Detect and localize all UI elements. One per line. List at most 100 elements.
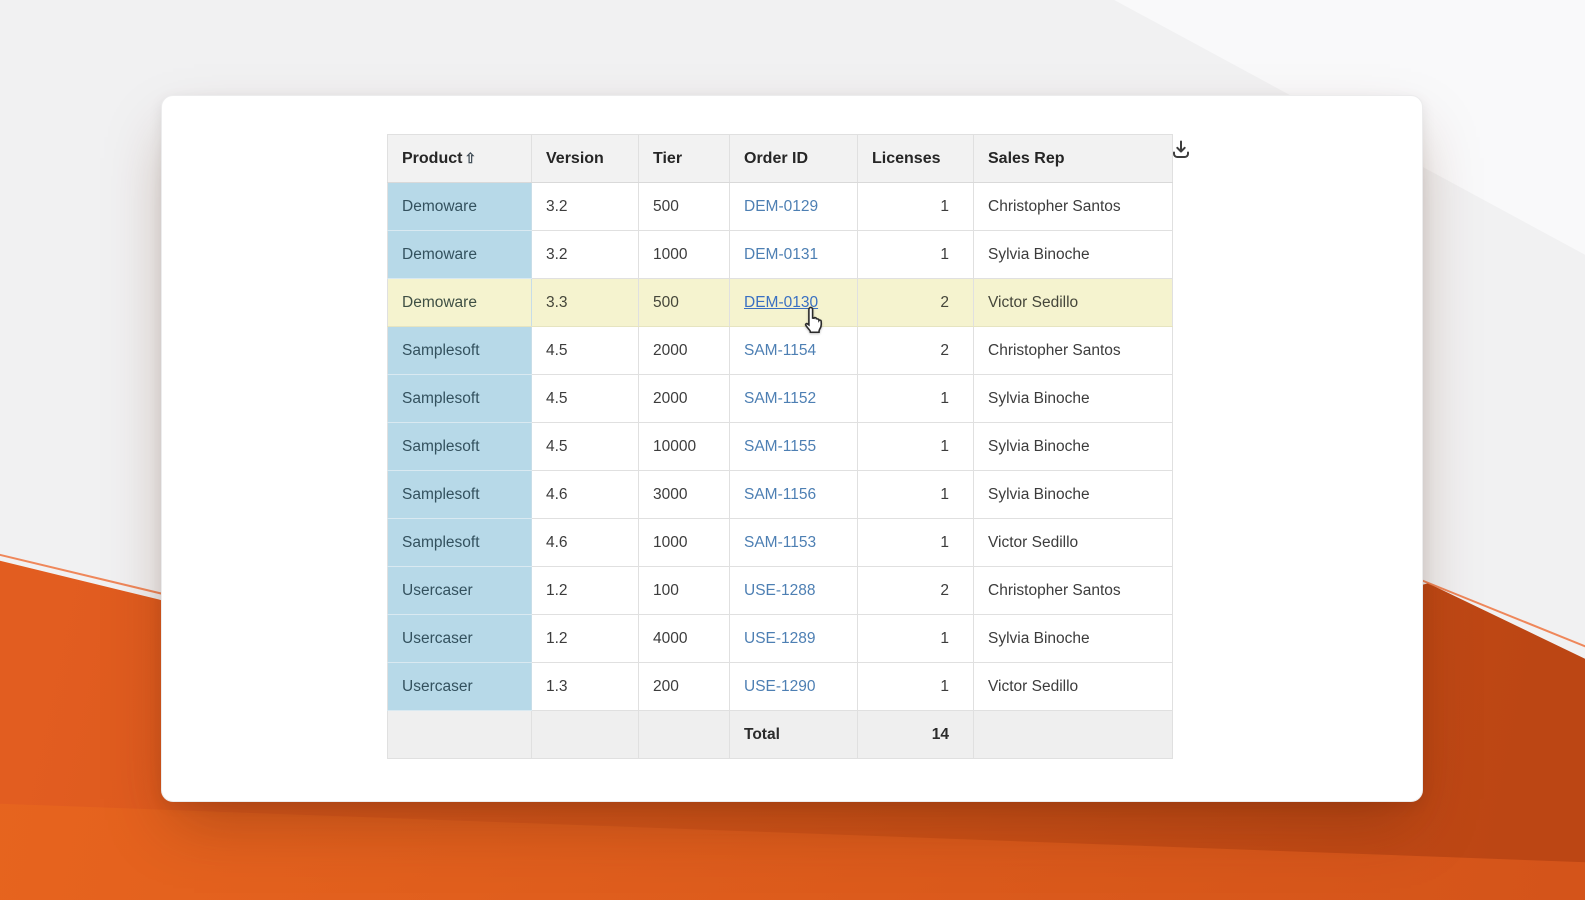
column-header-order-id[interactable]: Order ID	[730, 135, 858, 183]
product-cell: Samplesoft	[388, 519, 532, 567]
download-icon	[1169, 138, 1193, 162]
product-cell: Samplesoft	[388, 471, 532, 519]
licenses-cell: 1	[858, 615, 974, 663]
order-id-cell: SAM-1154	[730, 327, 858, 375]
column-header-licenses[interactable]: Licenses	[858, 135, 974, 183]
order-id-cell: DEM-0129	[730, 183, 858, 231]
sales-rep-cell: Sylvia Binoche	[974, 615, 1173, 663]
sales-rep-cell: Christopher Santos	[974, 183, 1173, 231]
order-id-link[interactable]: USE-1289	[744, 630, 816, 647]
sort-ascending-icon: ⇧	[464, 150, 476, 166]
table-row: Demoware3.3500 DEM-0130 2Victor Sedillo	[388, 279, 1173, 327]
table-header-row: Product⇧ Version Tier Order ID Licenses …	[388, 135, 1173, 183]
version-cell: 1.2	[532, 615, 639, 663]
tier-cell: 2000	[639, 375, 730, 423]
orders-table: Product⇧ Version Tier Order ID Licenses …	[387, 134, 1173, 759]
sales-rep-cell: Sylvia Binoche	[974, 231, 1173, 279]
order-id-cell: SAM-1155	[730, 423, 858, 471]
total-empty-rep	[974, 711, 1173, 759]
order-id-cell: USE-1290	[730, 663, 858, 711]
version-cell: 4.6	[532, 519, 639, 567]
tier-cell: 500	[639, 183, 730, 231]
table-total-row: Total 14	[388, 711, 1173, 759]
licenses-cell: 1	[858, 231, 974, 279]
table-row: Samplesoft4.52000 SAM-1152 1Sylvia Binoche	[388, 375, 1173, 423]
order-id-link[interactable]: SAM-1155	[744, 438, 816, 455]
column-header-sales-rep[interactable]: Sales Rep	[974, 135, 1173, 183]
order-id-link[interactable]: SAM-1153	[744, 534, 816, 551]
licenses-cell: 1	[858, 423, 974, 471]
product-cell: Usercaser	[388, 663, 532, 711]
version-cell: 1.3	[532, 663, 639, 711]
version-cell: 3.3	[532, 279, 639, 327]
sales-rep-cell: Sylvia Binoche	[974, 375, 1173, 423]
product-cell: Demoware	[388, 183, 532, 231]
table-body: Demoware3.2500DEM-01291Christopher Santo…	[388, 183, 1173, 711]
table-row: Demoware3.21000DEM-01311Sylvia Binoche	[388, 231, 1173, 279]
product-cell: Samplesoft	[388, 423, 532, 471]
order-id-cell: DEM-0130	[730, 279, 858, 327]
orders-table-container: Product⇧ Version Tier Order ID Licenses …	[387, 134, 1173, 759]
table-row: Usercaser1.2100 USE-1288 2Christopher Sant…	[388, 567, 1173, 615]
version-cell: 4.5	[532, 423, 639, 471]
licenses-cell: 1	[858, 519, 974, 567]
licenses-cell: 2	[858, 327, 974, 375]
order-id-cell: SAM-1152	[730, 375, 858, 423]
table-row: Samplesoft4.52000SAM-11542Christopher Sa…	[388, 327, 1173, 375]
order-id-link[interactable]: SAM-1154	[744, 342, 816, 359]
product-cell: Usercaser	[388, 567, 532, 615]
column-header-version[interactable]: Version	[532, 135, 639, 183]
product-cell: Demoware	[388, 279, 532, 327]
tier-cell: 500	[639, 279, 730, 327]
version-cell: 3.2	[532, 231, 639, 279]
tier-cell: 10000	[639, 423, 730, 471]
version-cell: 1.2	[532, 567, 639, 615]
table-row: Samplesoft4.61000SAM-11531Victor Sedillo	[388, 519, 1173, 567]
licenses-cell: 1	[858, 183, 974, 231]
product-cell: Samplesoft	[388, 375, 532, 423]
licenses-cell: 1	[858, 663, 974, 711]
column-header-tier[interactable]: Tier	[639, 135, 730, 183]
order-id-link[interactable]: DEM-0131	[744, 246, 818, 263]
version-cell: 4.6	[532, 471, 639, 519]
order-id-link[interactable]: SAM-1152	[744, 390, 816, 407]
table-row: Usercaser1.24000USE-12891Sylvia Binoche	[388, 615, 1173, 663]
order-id-cell: DEM-0131	[730, 231, 858, 279]
order-id-cell: SAM-1156	[730, 471, 858, 519]
content-card: Product⇧ Version Tier Order ID Licenses …	[161, 95, 1423, 802]
order-id-link[interactable]: DEM-0130	[744, 294, 818, 311]
download-button[interactable]	[1167, 136, 1195, 164]
order-id-link[interactable]: USE-1288	[744, 582, 816, 599]
total-empty-tier	[639, 711, 730, 759]
sales-rep-cell: Victor Sedillo	[974, 279, 1173, 327]
sales-rep-cell: Christopher Santos	[974, 327, 1173, 375]
licenses-cell: 1	[858, 375, 974, 423]
order-id-link[interactable]: SAM-1156	[744, 486, 816, 503]
column-header-product[interactable]: Product⇧	[388, 135, 532, 183]
licenses-cell: 2	[858, 567, 974, 615]
tier-cell: 200	[639, 663, 730, 711]
order-id-link[interactable]: USE-1290	[744, 678, 816, 695]
tier-cell: 100	[639, 567, 730, 615]
order-id-link[interactable]: DEM-0129	[744, 198, 818, 215]
total-empty-product	[388, 711, 532, 759]
order-id-cell: USE-1288	[730, 567, 858, 615]
sales-rep-cell: Christopher Santos	[974, 567, 1173, 615]
sales-rep-cell: Victor Sedillo	[974, 663, 1173, 711]
column-header-product-label: Product	[402, 150, 462, 167]
sales-rep-cell: Sylvia Binoche	[974, 471, 1173, 519]
total-label: Total	[730, 711, 858, 759]
total-empty-version	[532, 711, 639, 759]
product-cell: Demoware	[388, 231, 532, 279]
tier-cell: 2000	[639, 327, 730, 375]
tier-cell: 1000	[639, 519, 730, 567]
version-cell: 4.5	[532, 327, 639, 375]
sales-rep-cell: Sylvia Binoche	[974, 423, 1173, 471]
order-id-cell: USE-1289	[730, 615, 858, 663]
licenses-cell: 2	[858, 279, 974, 327]
order-id-cell: SAM-1153	[730, 519, 858, 567]
version-cell: 4.5	[532, 375, 639, 423]
total-licenses-value: 14	[858, 711, 974, 759]
tier-cell: 3000	[639, 471, 730, 519]
table-row: Usercaser1.3200 USE-1290 1Victor Sedillo	[388, 663, 1173, 711]
